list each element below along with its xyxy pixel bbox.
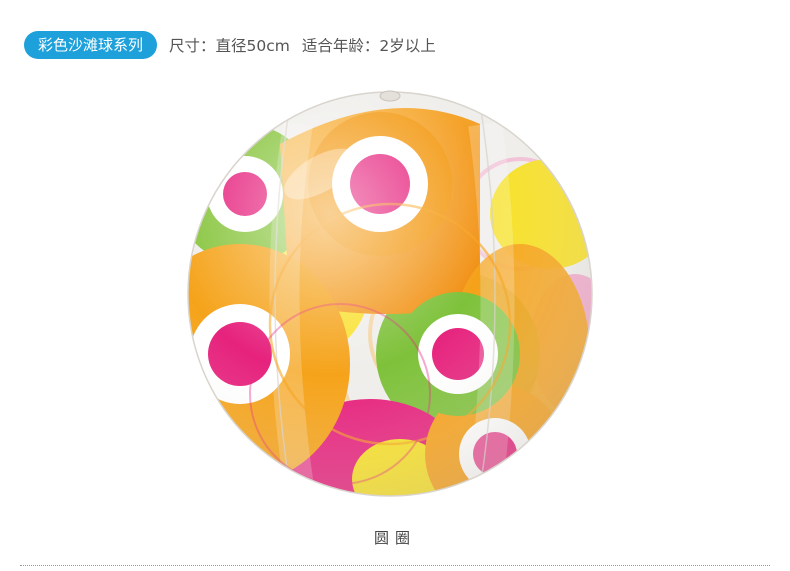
product-specs: 尺寸：直径50cm 适合年龄：2岁以上 <box>169 34 436 56</box>
size-spec: 尺寸：直径50cm <box>169 37 290 55</box>
age-spec: 适合年龄：2岁以上 <box>301 37 436 55</box>
series-badge: 彩色沙滩球系列 <box>24 31 158 59</box>
dotted-divider <box>20 565 770 566</box>
beach-ball-icon <box>187 90 593 497</box>
product-caption: 圆圈 <box>373 529 416 547</box>
beach-ball-image <box>180 84 600 504</box>
product-header: 彩色沙滩球系列 尺寸：直径50cm 适合年龄：2岁以上 <box>24 30 436 60</box>
